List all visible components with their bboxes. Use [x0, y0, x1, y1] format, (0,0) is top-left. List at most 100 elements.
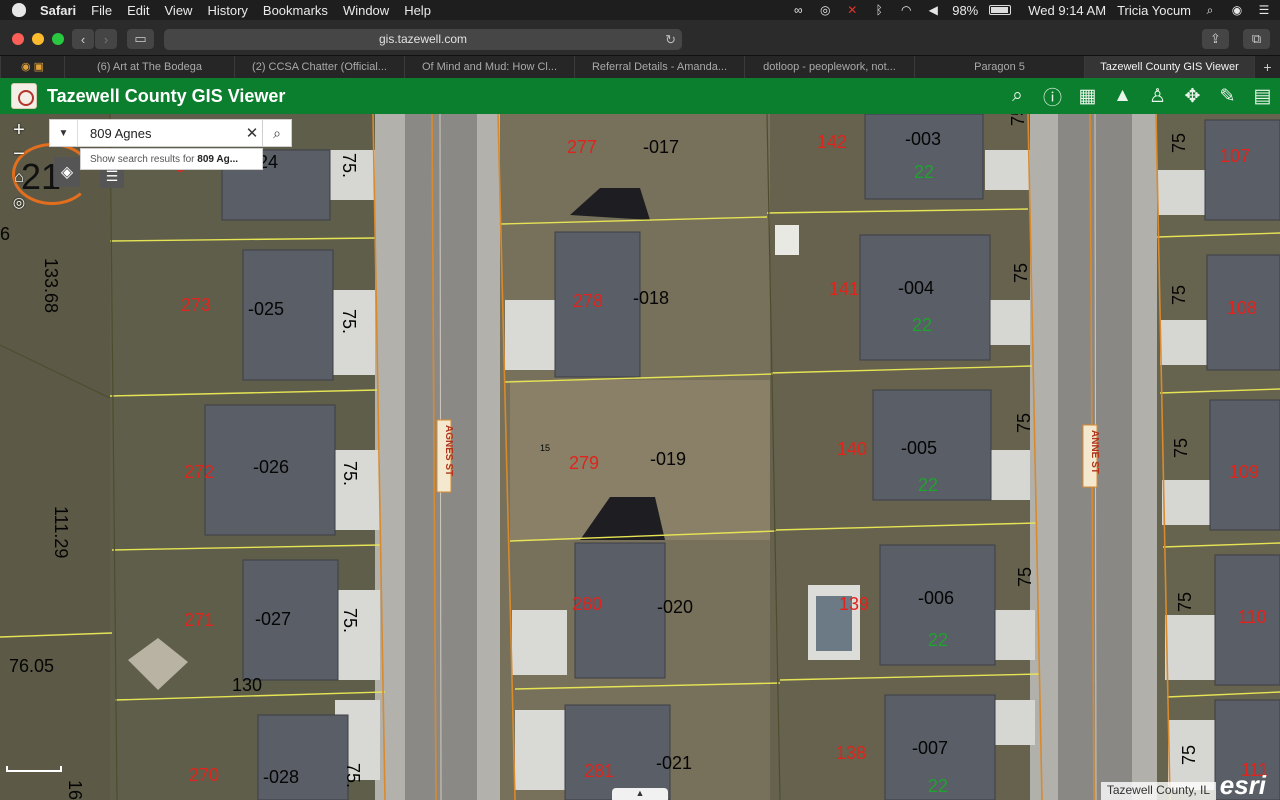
menu-view[interactable]: View: [165, 3, 193, 18]
measure-icon[interactable]: ✎: [1210, 78, 1245, 114]
tab-ccsa-chatter[interactable]: (2) CCSA Chatter (Official...: [234, 56, 404, 78]
battery-percent[interactable]: 98%: [952, 3, 978, 18]
tab-referral-details[interactable]: Referral Details - Amanda...: [574, 56, 744, 78]
bluetooth-icon[interactable]: ᛒ: [871, 3, 887, 17]
parcel-dimension-label: 75.: [340, 608, 360, 634]
menu-app-safari[interactable]: Safari: [40, 3, 76, 18]
menu-file[interactable]: File: [91, 3, 112, 18]
parcel-dimension-label: 133.68: [41, 258, 61, 314]
education-icon[interactable]: ▲: [1105, 78, 1140, 114]
search-source-dropdown[interactable]: ▼: [50, 120, 78, 146]
parcel-dimension-label: -027: [255, 609, 292, 629]
share-button[interactable]: ⇪: [1202, 29, 1229, 49]
back-button[interactable]: ‹: [72, 29, 94, 49]
menu-window[interactable]: Window: [343, 3, 389, 18]
parcel-dimension-label: 75: [1008, 114, 1028, 126]
tab-bar: ◉ ▣ (6) Art at The Bodega (2) CCSA Chatt…: [0, 56, 1280, 78]
parcel-dimension-label: 75: [1014, 412, 1034, 433]
parcel-dimension-label: 130: [232, 675, 263, 695]
menu-edit[interactable]: Edit: [127, 3, 149, 18]
panel-expander-button[interactable]: ▲: [612, 788, 668, 800]
basemap-grid-icon[interactable]: ▦: [1070, 78, 1105, 114]
print-icon[interactable]: ▤: [1245, 78, 1280, 114]
gis-toolbar: ⌕ ⓘ ▦ ▲ ♙ ✥ ✎ ▤: [1000, 78, 1280, 114]
forward-button[interactable]: ›: [95, 29, 117, 49]
gis-header: Tazewell County GIS Viewer ⌕ ⓘ ▦ ▲ ♙ ✥ ✎…: [0, 78, 1280, 114]
reload-icon[interactable]: ↻: [665, 29, 676, 50]
parcel-dimension-label: -020: [657, 597, 694, 617]
marker-icon[interactable]: ♙: [1140, 78, 1175, 114]
tab-tazewell-gis[interactable]: Tazewell County GIS Viewer: [1084, 56, 1254, 78]
minimize-window-button[interactable]: [32, 33, 44, 45]
search-submit-button[interactable]: ⌕: [262, 119, 292, 147]
search-icon[interactable]: ⌕: [1000, 78, 1035, 114]
notification-center-icon[interactable]: ☰: [1256, 3, 1272, 17]
browser-toolbar: ‹ › ▭ gis.tazewell.com ↻ ⇪ ⧉: [0, 20, 1280, 56]
info-icon[interactable]: ⓘ: [1035, 78, 1070, 114]
zoom-in-button[interactable]: +: [6, 118, 32, 142]
parcel-number-label: 109: [1229, 462, 1260, 482]
tab-paragon[interactable]: Paragon 5: [914, 56, 1084, 78]
parcel-dimension-label: -019: [650, 449, 687, 469]
locate-icon[interactable]: ◎: [6, 190, 32, 214]
close-window-button[interactable]: [12, 33, 24, 45]
new-tab-button[interactable]: +: [1254, 56, 1280, 78]
zoom-window-button[interactable]: [52, 33, 64, 45]
map-view[interactable]: 277 -017 278 -018 279 -019 280 -020 281 -021 273 -0…: [0, 114, 1280, 800]
parcel-number-label: 272: [184, 462, 215, 482]
search-input[interactable]: 809 Agnes: [78, 126, 242, 141]
lot-number-label: 22: [928, 776, 949, 796]
county-seal-logo: [11, 83, 37, 109]
parcel-number-label: 280: [572, 594, 603, 614]
zoom-controls: + − ⌂ ◎: [6, 118, 32, 214]
layers-icon[interactable]: ✥: [1175, 78, 1210, 114]
tab-art-bodega[interactable]: (6) Art at The Bodega: [64, 56, 234, 78]
siri-icon[interactable]: ◉: [1229, 3, 1245, 17]
creative-cloud-icon[interactable]: ∞: [790, 3, 806, 17]
search-suggestion[interactable]: Show search results for 809 Ag...: [80, 148, 263, 170]
parcel-dimension-label: -006: [918, 588, 955, 608]
clock[interactable]: Wed 9:14 AM: [1028, 3, 1106, 18]
menu-help[interactable]: Help: [404, 3, 431, 18]
show-tabs-button[interactable]: ⧉: [1243, 29, 1270, 49]
sync-icon[interactable]: ◎: [817, 3, 833, 17]
wifi-icon[interactable]: ◠: [898, 3, 914, 17]
parcel-number-label: 110: [1238, 607, 1267, 627]
apple-icon[interactable]: [12, 3, 26, 17]
aerial-basemap: [0, 114, 1280, 800]
parcel-number-label: 140: [837, 439, 868, 459]
user-name[interactable]: Tricia Yocum: [1117, 3, 1191, 18]
address-search-box[interactable]: ▼ 809 Agnes ✕: [49, 119, 263, 147]
tab-dotloop[interactable]: dotloop - peoplework, not...: [744, 56, 914, 78]
map-attribution: Tazewell County, IL: [1100, 782, 1216, 800]
clear-search-icon[interactable]: ✕: [242, 124, 262, 142]
menu-history[interactable]: History: [207, 3, 247, 18]
parcel-dimension-label: 6: [0, 224, 11, 244]
parcel-number-label: 281: [584, 761, 615, 781]
volume-icon[interactable]: ◀: [925, 3, 941, 17]
menu-bookmarks[interactable]: Bookmarks: [263, 3, 328, 18]
app-title: Tazewell County GIS Viewer: [47, 85, 286, 106]
parcel-dimension-label: 76.05: [9, 656, 55, 676]
layer-list-icon[interactable]: ◈: [54, 157, 80, 187]
scale-bar: [6, 766, 62, 772]
parcel-number-label: 270: [189, 765, 220, 785]
macos-menu-bar: Safari File Edit View History Bookmarks …: [0, 0, 1280, 20]
lot-number-label: 22: [912, 315, 933, 335]
home-icon[interactable]: ⌂: [6, 166, 32, 190]
parcel-dimension-label: 15: [540, 443, 551, 453]
spotlight-search-icon[interactable]: ⌕: [1202, 3, 1218, 17]
parcel-number-label: 107: [1220, 146, 1251, 166]
zoom-out-button[interactable]: −: [6, 142, 32, 166]
sidebar-toggle-button[interactable]: ▭: [127, 29, 154, 49]
tab-mind-and-mud[interactable]: Of Mind and Mud: How Cl...: [404, 56, 574, 78]
battery-icon[interactable]: [989, 5, 1012, 15]
parcel-dimension-label: 75.: [339, 153, 359, 179]
parcel-dimension-label: 75.: [339, 309, 359, 335]
parcel-number-label: 278: [573, 291, 604, 311]
parcel-dimension-label: 75: [1169, 132, 1189, 153]
address-bar[interactable]: gis.tazewell.com ↻: [164, 29, 682, 50]
parcel-number-label: 271: [184, 610, 215, 630]
tab-favorites[interactable]: ◉ ▣: [0, 56, 64, 78]
adblock-icon[interactable]: ✕: [844, 3, 860, 17]
